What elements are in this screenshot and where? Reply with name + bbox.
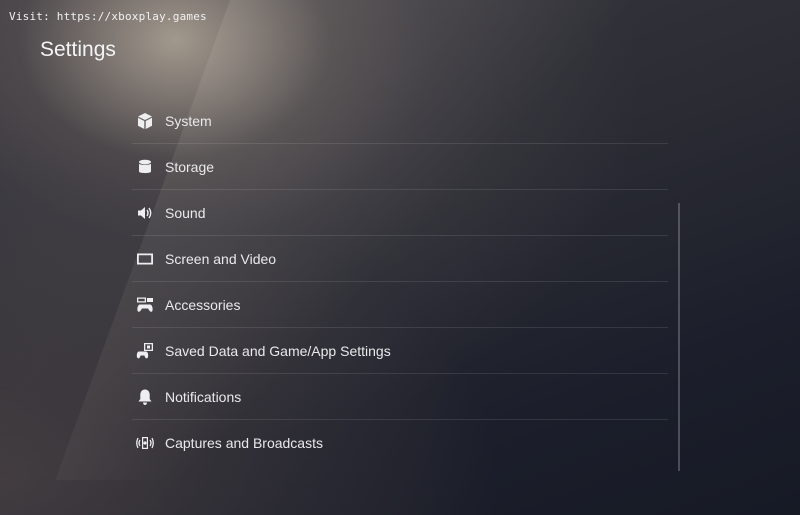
scrollbar[interactable] (678, 203, 680, 471)
broadcast-icon (136, 434, 154, 452)
page-title: Settings (40, 38, 116, 61)
cube-icon (136, 112, 154, 130)
menu-item-label: System (165, 112, 212, 129)
menu-item-label: Accessories (165, 296, 241, 313)
menu-item-captures-and-broadcasts[interactable]: Captures and Broadcasts (132, 420, 668, 466)
accessories-icon (136, 296, 154, 314)
speaker-icon (136, 204, 154, 222)
settings-menu: System Storage Sound Screen and Video Ac… (132, 98, 668, 466)
menu-item-label: Sound (165, 204, 206, 221)
menu-item-storage[interactable]: Storage (132, 144, 668, 190)
menu-item-label: Saved Data and Game/App Settings (165, 342, 391, 359)
screen-icon (136, 250, 154, 268)
saved-data-icon (136, 342, 154, 360)
menu-item-label: Storage (165, 158, 215, 175)
bell-icon (136, 388, 154, 406)
storage-icon (136, 158, 154, 176)
menu-item-saved-data[interactable]: Saved Data and Game/App Settings (132, 328, 668, 374)
menu-item-system[interactable]: System (132, 98, 668, 144)
menu-item-label: Notifications (165, 388, 242, 405)
menu-item-label: Screen and Video (165, 250, 277, 267)
menu-item-label: Captures and Broadcasts (165, 435, 323, 451)
menu-item-notifications[interactable]: Notifications (132, 374, 668, 420)
menu-item-screen-and-video[interactable]: Screen and Video (132, 236, 668, 282)
menu-item-sound[interactable]: Sound (132, 190, 668, 236)
watermark-text: Visit: https://xboxplay.games (9, 10, 207, 23)
menu-item-accessories[interactable]: Accessories (132, 282, 668, 328)
